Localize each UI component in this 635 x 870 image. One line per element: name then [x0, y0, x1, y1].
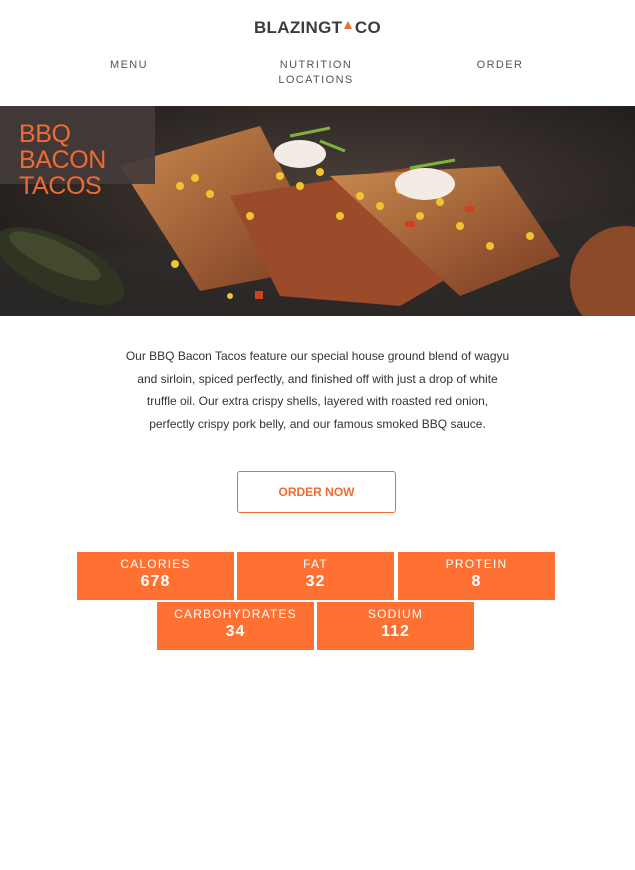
nutrition-tile-protein: PROTEIN 8: [398, 552, 555, 600]
nutrition-value: 32: [305, 573, 326, 590]
description-line: perfectly crispy pork belly, and our fam…: [149, 416, 486, 431]
nav-menu-link[interactable]: MENU: [96, 58, 162, 73]
description-line: and sirloin, spiced perfectly, and finis…: [137, 371, 498, 386]
nutrition-label: FAT: [303, 557, 328, 571]
nutrition-value: 8: [471, 573, 482, 590]
product-description: Our BBQ Bacon Tacos feature our special …: [120, 345, 515, 435]
logo-a-glyph: A: [342, 18, 355, 37]
order-now-button[interactable]: ORDER NOW: [237, 471, 396, 513]
hero-title-line2: TACOS: [19, 172, 102, 200]
main-nav: MENU NUTRITION LOCATIONS ORDER: [0, 58, 635, 90]
nav-nutrition-locations: NUTRITION LOCATIONS: [268, 58, 364, 88]
nutrition-label: CARBOHYDRATES: [174, 607, 297, 621]
nutrition-tile-sodium: SODIUM 112: [317, 602, 474, 650]
nutrition-value: 112: [381, 623, 410, 640]
description-line: truffle oil. Our extra crispy shells, la…: [146, 394, 489, 408]
nav-nutrition-link[interactable]: NUTRITION: [268, 58, 364, 73]
logo-text-co: CO: [354, 18, 382, 37]
logo-accent-a: A: [342, 18, 355, 38]
brand-logo[interactable]: BLAZINGTACO: [0, 18, 635, 38]
nutrition-tile-calories: CALORIES 678: [77, 552, 234, 600]
nav-locations-link[interactable]: LOCATIONS: [268, 73, 364, 88]
nutrition-label: CALORIES: [120, 557, 191, 571]
nutrition-tile-carbohydrates: CARBOHYDRATES 34: [157, 602, 314, 650]
nutrition-label: PROTEIN: [445, 557, 508, 571]
hero-title-panel: BBQ BACON TACOS: [0, 106, 155, 199]
nutrition-tile-fat: FAT 32: [237, 552, 394, 600]
nutrition-label: SODIUM: [367, 607, 424, 621]
hero-banner: BBQ BACON TACOS: [0, 106, 635, 316]
site-header: BLAZINGTACO MENU NUTRITION LOCATIONS ORD…: [0, 0, 635, 106]
logo-text-t: T: [331, 18, 343, 37]
description-line: Our BBQ Bacon Tacos feature our special …: [125, 349, 510, 363]
nutrition-value: 678: [140, 573, 171, 590]
nav-order-link[interactable]: ORDER: [466, 58, 534, 73]
hero-title-line1: BBQ BACON: [19, 120, 106, 174]
nutrition-value: 34: [225, 623, 246, 640]
logo-text-blazing: BLAZING: [253, 18, 332, 37]
